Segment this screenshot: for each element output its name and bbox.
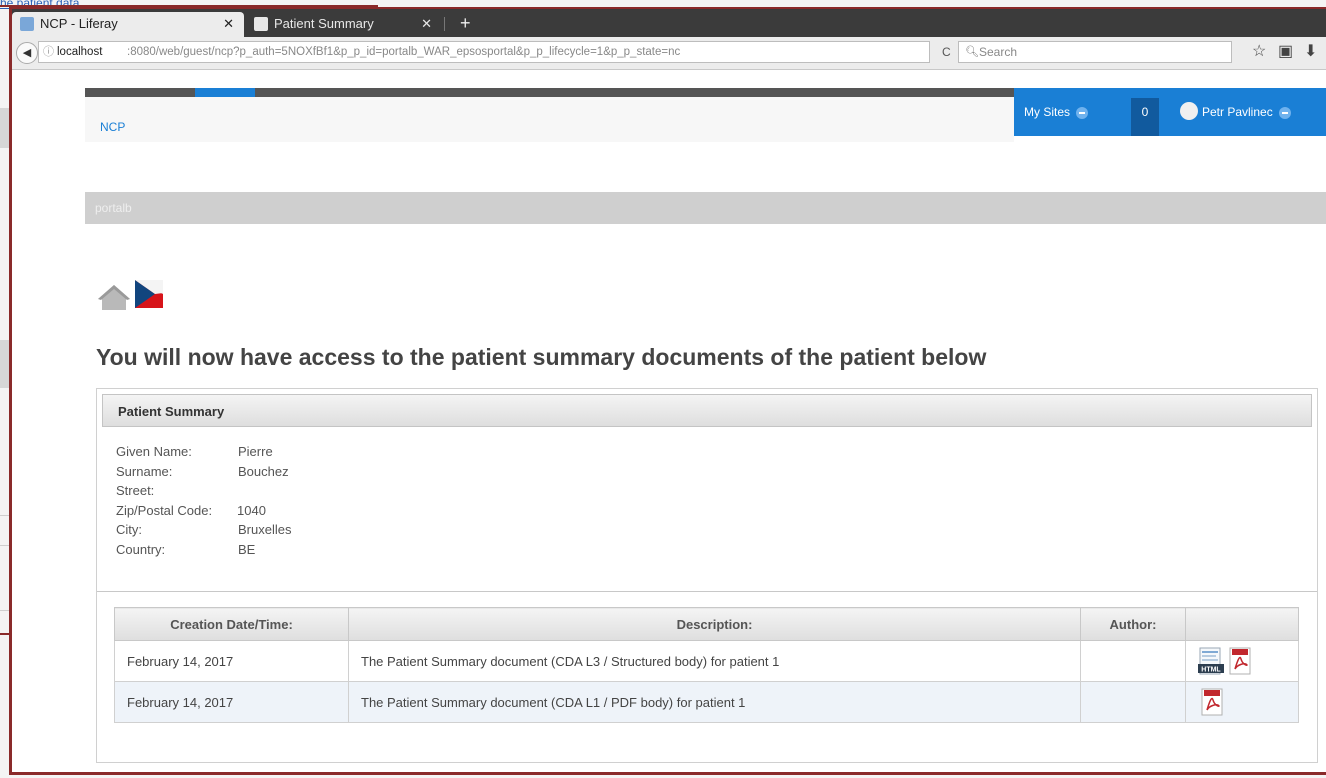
- site-header: [85, 97, 1014, 142]
- tab-separator: [444, 17, 445, 31]
- html-icon[interactable]: HTML: [1198, 647, 1224, 675]
- user-menu[interactable]: Petr Pavlinec: [1202, 105, 1291, 119]
- tab-patient-summary[interactable]: Patient Summary ✕: [246, 12, 442, 37]
- tab-label: NCP - Liferay: [40, 16, 118, 31]
- field-value: BE: [238, 541, 256, 557]
- close-icon[interactable]: ✕: [421, 12, 432, 36]
- field-label: Zip/Postal Code:: [116, 502, 213, 518]
- cell-date: February 14, 2017: [114, 681, 349, 723]
- navigation-bar: ◀ ⓘ localhost :8080/web/guest/ncp?p_auth…: [12, 37, 1326, 70]
- patient-summary-panel: Patient Summary Given Name: Pierre Surna…: [96, 388, 1318, 763]
- page-content: NCP My Sites 0 Petr Pavlinec portalb You…: [12, 70, 1326, 772]
- dockbar: My Sites 0 Petr Pavlinec: [1014, 88, 1326, 136]
- field-value: Pierre: [238, 444, 273, 459]
- my-sites-menu[interactable]: My Sites: [1024, 105, 1089, 119]
- home-icon[interactable]: [96, 283, 132, 311]
- cell-description: The Patient Summary document (CDA L3 / S…: [348, 640, 1081, 682]
- panel-divider: [97, 591, 1317, 592]
- pdf-icon[interactable]: [1200, 688, 1224, 716]
- field-value: Bouchez: [238, 463, 289, 479]
- notification-count[interactable]: 0: [1131, 98, 1159, 136]
- page-heading: You will now have access to the patient …: [96, 344, 987, 370]
- column-description[interactable]: Description:: [348, 607, 1081, 641]
- patient-summary-header: Patient Summary: [102, 394, 1312, 427]
- table-header-row: Creation Date/Time: Description: Author:: [114, 607, 1299, 641]
- bookmark-star-icon[interactable]: ☆: [1252, 42, 1266, 62]
- url-path: :8080/web/guest/ncp?p_auth=5NOXfBf1&p_p_…: [127, 46, 681, 58]
- svg-text:HTML: HTML: [1201, 667, 1221, 674]
- reload-icon[interactable]: C: [942, 41, 951, 63]
- chevron-down-icon: [1278, 106, 1291, 119]
- cell-description: The Patient Summary document (CDA L1 / P…: [348, 681, 1081, 723]
- search-icon: 🔍︎: [965, 46, 979, 58]
- tab-label: Patient Summary: [274, 16, 374, 31]
- portlet-title-bar: portalb: [85, 192, 1326, 224]
- search-placeholder: Search: [979, 45, 1018, 59]
- pdf-icon[interactable]: [1228, 647, 1252, 675]
- table-row: February 14, 2017 The Patient Summary do…: [114, 681, 1299, 723]
- my-sites-label: My Sites: [1024, 105, 1071, 119]
- field-label: Given Name:: [116, 444, 192, 459]
- column-actions: [1185, 607, 1299, 641]
- cell-author: [1080, 640, 1186, 682]
- column-creation-date[interactable]: Creation Date/Time:: [114, 607, 349, 641]
- documents-table: Creation Date/Time: Description: Author:…: [114, 607, 1299, 723]
- tab-ncp-liferay[interactable]: NCP - Liferay ✕: [12, 12, 244, 37]
- reading-list-icon[interactable]: ▣: [1278, 42, 1293, 62]
- field-value: 1040: [237, 502, 266, 518]
- cell-author: [1080, 681, 1186, 723]
- field-label: Country:: [116, 541, 166, 557]
- field-label: City:: [116, 522, 142, 537]
- table-row: February 14, 2017 The Patient Summary do…: [114, 640, 1299, 682]
- field-label: Street:: [116, 483, 155, 498]
- avatar[interactable]: [1180, 102, 1198, 120]
- czech-flag-icon[interactable]: [135, 280, 163, 310]
- url-host: localhost: [57, 46, 103, 58]
- column-author[interactable]: Author:: [1080, 607, 1186, 641]
- cell-formats: HTML: [1185, 640, 1299, 682]
- liferay-favicon-icon: [20, 17, 34, 31]
- patient-summary-title: Patient Summary: [118, 404, 225, 419]
- portlet-title: portalb: [95, 201, 132, 215]
- field-label: Surname:: [116, 463, 173, 479]
- document-favicon-icon: [254, 17, 268, 31]
- site-title-link[interactable]: NCP: [100, 120, 125, 134]
- new-tab-icon[interactable]: +: [460, 11, 471, 35]
- info-icon[interactable]: ⓘ: [43, 42, 54, 62]
- field-value: Bruxelles: [238, 522, 292, 537]
- search-input[interactable]: 🔍︎ Search: [958, 41, 1232, 63]
- download-icon[interactable]: ⬇: [1304, 42, 1317, 62]
- close-icon[interactable]: ✕: [223, 12, 234, 36]
- user-name: Petr Pavlinec: [1202, 105, 1273, 119]
- active-nav-indicator: [195, 88, 255, 97]
- chevron-down-icon: [1076, 106, 1089, 119]
- url-bar[interactable]: ⓘ localhost :8080/web/guest/ncp?p_auth=5…: [38, 41, 930, 63]
- browser-window: NCP - Liferay ✕ Patient Summary ✕ + ◀ ⓘ …: [9, 7, 1326, 775]
- cell-date: February 14, 2017: [114, 640, 349, 682]
- back-arrow-icon[interactable]: ◀: [16, 42, 38, 64]
- cell-formats: [1185, 681, 1299, 723]
- tab-strip: NCP - Liferay ✕ Patient Summary ✕ +: [12, 9, 1326, 37]
